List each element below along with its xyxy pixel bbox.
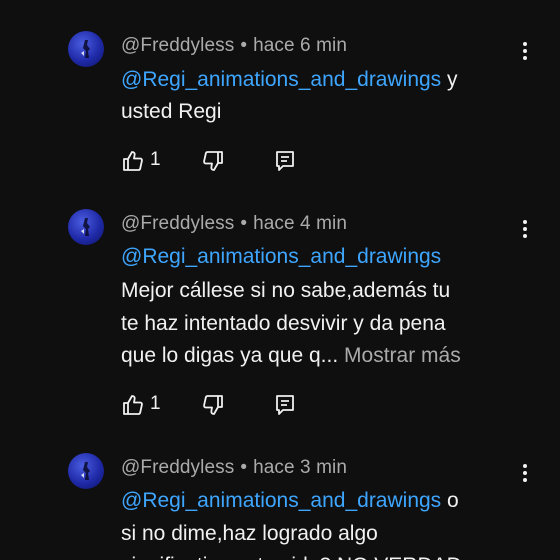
more-vert-icon[interactable] xyxy=(515,461,535,485)
timestamp[interactable]: hace 6 min xyxy=(253,35,347,56)
comment-text-line: @Regi_animations_and_drawings xyxy=(121,241,441,273)
like-button[interactable]: 1 xyxy=(121,392,166,418)
comment-header: @Freddyless • hace 4 min xyxy=(121,213,347,235)
comment-text-line: significativo esta vida? NO VERDAD xyxy=(121,550,462,560)
like-count: 1 xyxy=(150,149,161,170)
author-name[interactable]: @Freddyless xyxy=(121,457,234,478)
more-vert-icon[interactable] xyxy=(515,39,535,63)
thumbs-up-icon xyxy=(123,151,143,171)
comment-text: o xyxy=(441,489,459,512)
comment-text-line: @Regi_animations_and_drawings o xyxy=(121,485,459,517)
comment-header: @Freddyless • hace 6 min xyxy=(121,35,347,57)
thumbs-down-icon xyxy=(203,151,223,171)
like-button[interactable]: 1 xyxy=(121,148,166,174)
mention-link[interactable]: @Regi_animations_and_drawings xyxy=(121,68,441,91)
comment-text-line: si no dime,haz logrado algo xyxy=(121,522,378,545)
comment-text-line: te haz intentado desvivir y da pena xyxy=(121,312,446,335)
avatar[interactable] xyxy=(68,209,104,245)
comment-text-line: @Regi_animations_and_drawings y xyxy=(121,64,458,96)
comment-header: @Freddyless • hace 3 min xyxy=(121,457,347,479)
thumbs-up-icon xyxy=(123,395,143,415)
mention-link[interactable]: @Regi_animations_and_drawings xyxy=(121,489,441,512)
reply-icon xyxy=(276,395,294,415)
author-name[interactable]: @Freddyless xyxy=(121,35,234,56)
comment-text-line: que lo digas ya que q... Mostrar más xyxy=(121,340,461,372)
comment-text-line: Mejor cállese si no sabe,además tu xyxy=(121,279,451,302)
show-more-link[interactable]: Mostrar más xyxy=(344,344,461,367)
dislike-button[interactable] xyxy=(201,392,227,418)
dislike-button[interactable] xyxy=(201,148,227,174)
reply-icon xyxy=(276,151,294,171)
more-vert-icon[interactable] xyxy=(515,217,535,241)
comment-text: que lo digas ya que q... xyxy=(121,344,339,367)
comment-text: y xyxy=(441,68,458,91)
reply-button[interactable] xyxy=(273,148,299,174)
separator: • xyxy=(240,213,248,234)
separator: • xyxy=(240,457,248,478)
avatar[interactable] xyxy=(68,453,104,489)
separator: • xyxy=(240,35,248,56)
avatar-figure-icon xyxy=(81,40,90,58)
author-name[interactable]: @Freddyless xyxy=(121,213,234,234)
comment-text-line: usted Regi xyxy=(121,100,222,123)
reply-button[interactable] xyxy=(273,392,299,418)
timestamp[interactable]: hace 3 min xyxy=(253,457,347,478)
thumbs-down-icon xyxy=(203,395,223,415)
avatar-figure-icon xyxy=(81,462,90,480)
timestamp[interactable]: hace 4 min xyxy=(253,213,347,234)
mention-link[interactable]: @Regi_animations_and_drawings xyxy=(121,245,441,268)
avatar-figure-icon xyxy=(81,218,90,236)
like-count: 1 xyxy=(150,393,161,414)
avatar[interactable] xyxy=(68,31,104,67)
comments-thread: @Freddyless • hace 6 min @Regi_animations_… xyxy=(0,0,560,560)
